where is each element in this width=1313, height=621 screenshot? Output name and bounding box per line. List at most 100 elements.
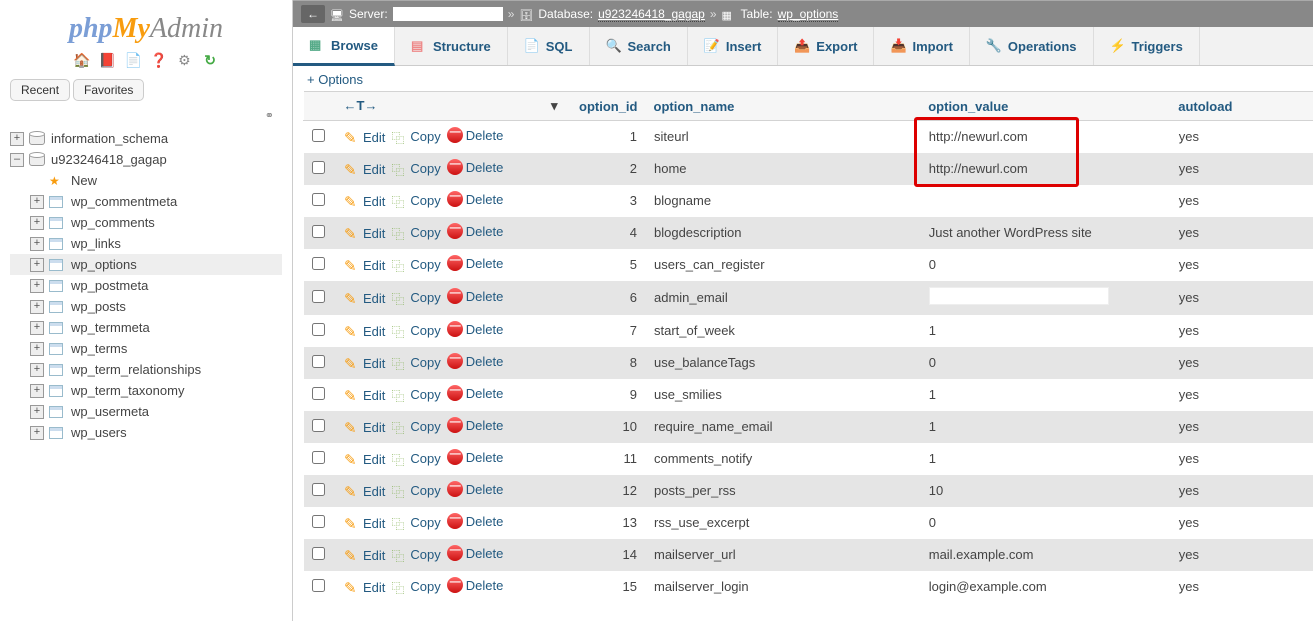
option-name[interactable]: start_of_week — [646, 315, 921, 347]
recent-tab[interactable]: Recent — [10, 79, 70, 101]
option-value[interactable]: 10 — [929, 483, 943, 498]
row-checkbox[interactable] — [312, 547, 325, 560]
row-checkbox[interactable] — [312, 355, 325, 368]
delete-link[interactable]: Delete — [447, 545, 504, 561]
tree-label[interactable]: u923246418_gagap — [48, 151, 170, 168]
copy-link[interactable]: Copy — [391, 418, 440, 434]
copy-link[interactable]: Copy — [391, 256, 440, 272]
tree-label[interactable]: wp_comments — [68, 214, 158, 231]
docs-icon[interactable] — [150, 51, 168, 69]
delete-link[interactable]: Delete — [447, 481, 504, 497]
option-value[interactable]: 1 — [929, 419, 936, 434]
option-value[interactable]: 0 — [929, 257, 936, 272]
tree-item-wp-postmeta[interactable]: +wp_postmeta — [10, 275, 282, 296]
option-name[interactable]: admin_email — [646, 281, 921, 315]
tab-sql[interactable]: SQL — [508, 27, 590, 65]
copy-link[interactable]: Copy — [391, 514, 440, 530]
tab-search[interactable]: Search — [590, 27, 688, 65]
header-option-value[interactable]: option_value — [920, 92, 1170, 121]
tree-toggle-icon[interactable]: + — [30, 195, 44, 209]
tree-item-wp-term-taxonomy[interactable]: +wp_term_taxonomy — [10, 380, 282, 401]
edit-link[interactable]: Edit — [344, 419, 385, 435]
sort-indicator-icon[interactable] — [545, 98, 558, 114]
copy-link[interactable]: Copy — [391, 160, 440, 176]
row-checkbox[interactable] — [312, 579, 325, 592]
tab-structure[interactable]: Structure — [395, 27, 508, 65]
option-name[interactable]: mailserver_login — [646, 571, 921, 603]
tree-toggle-icon[interactable]: + — [10, 132, 24, 146]
tab-browse[interactable]: Browse — [293, 27, 395, 66]
option-name[interactable]: use_balanceTags — [646, 347, 921, 379]
tree-item-wp-term-relationships[interactable]: +wp_term_relationships — [10, 359, 282, 380]
tab-triggers[interactable]: Triggers — [1094, 27, 1200, 65]
row-checkbox[interactable] — [312, 515, 325, 528]
option-value[interactable]: 1 — [929, 387, 936, 402]
tree-item-wp-terms[interactable]: +wp_terms — [10, 338, 282, 359]
option-value[interactable]: http://newurl.com — [929, 129, 1028, 144]
copy-link[interactable]: Copy — [391, 224, 440, 240]
tree-toggle-icon[interactable]: + — [30, 384, 44, 398]
delete-link[interactable]: Delete — [447, 191, 504, 207]
option-name[interactable]: blogname — [646, 185, 921, 217]
tab-insert[interactable]: Insert — [688, 27, 778, 65]
edit-link[interactable]: Edit — [344, 225, 385, 241]
sql-icon[interactable] — [124, 51, 142, 69]
tree-item-wp-posts[interactable]: +wp_posts — [10, 296, 282, 317]
nav-arrows[interactable]: ←T→ — [344, 98, 378, 113]
option-name[interactable]: posts_per_rss — [646, 475, 921, 507]
edit-link[interactable]: Edit — [344, 515, 385, 531]
option-value[interactable]: 0 — [929, 355, 936, 370]
tree-label[interactable]: wp_options — [68, 256, 140, 273]
row-checkbox[interactable] — [312, 483, 325, 496]
option-name[interactable]: home — [646, 153, 921, 185]
tree-item-wp-termmeta[interactable]: +wp_termmeta — [10, 317, 282, 338]
tree-label[interactable]: New — [68, 172, 100, 189]
edit-link[interactable]: Edit — [344, 483, 385, 499]
nav-back-button[interactable]: ← — [301, 5, 325, 23]
tree-label[interactable]: wp_postmeta — [68, 277, 151, 294]
tree-toggle-icon[interactable]: + — [30, 405, 44, 419]
option-name[interactable]: rss_use_excerpt — [646, 507, 921, 539]
edit-link[interactable]: Edit — [344, 257, 385, 273]
tree-label[interactable]: wp_links — [68, 235, 124, 252]
tree-label[interactable]: wp_usermeta — [68, 403, 152, 420]
delete-link[interactable]: Delete — [447, 417, 504, 433]
settings-icon[interactable] — [175, 51, 193, 69]
home-icon[interactable] — [73, 51, 91, 69]
header-option-name[interactable]: option_name — [646, 92, 921, 121]
edit-link[interactable]: Edit — [344, 323, 385, 339]
option-value[interactable]: login@example.com — [929, 579, 1047, 594]
row-checkbox[interactable] — [312, 161, 325, 174]
row-checkbox[interactable] — [312, 129, 325, 142]
row-checkbox[interactable] — [312, 290, 325, 303]
header-option-id[interactable]: option_id — [566, 92, 646, 121]
option-value[interactable]: mail.example.com — [929, 547, 1034, 562]
copy-link[interactable]: Copy — [391, 289, 440, 305]
reload-icon[interactable] — [201, 51, 219, 69]
copy-link[interactable]: Copy — [391, 546, 440, 562]
tree-label[interactable]: wp_termmeta — [68, 319, 153, 336]
options-link[interactable]: + Options — [303, 72, 363, 91]
row-checkbox[interactable] — [312, 323, 325, 336]
header-autoload[interactable]: autoload — [1170, 92, 1312, 121]
row-checkbox[interactable] — [312, 451, 325, 464]
option-name[interactable]: require_name_email — [646, 411, 921, 443]
tree-toggle-icon[interactable]: + — [30, 426, 44, 440]
edit-link[interactable]: Edit — [344, 579, 385, 595]
tree-toggle-icon[interactable]: + — [30, 237, 44, 251]
delete-link[interactable]: Delete — [447, 321, 504, 337]
option-name[interactable]: blogdescription — [646, 217, 921, 249]
row-checkbox[interactable] — [312, 225, 325, 238]
option-value[interactable]: http://newurl.com — [929, 161, 1028, 176]
tree-toggle-icon[interactable]: + — [30, 363, 44, 377]
tree-item-wp-links[interactable]: + wp_links — [10, 233, 282, 254]
edit-link[interactable]: Edit — [344, 290, 385, 306]
copy-link[interactable]: Copy — [391, 482, 440, 498]
tree-toggle-icon[interactable]: + — [30, 300, 44, 314]
delete-link[interactable]: Delete — [447, 223, 504, 239]
row-checkbox[interactable] — [312, 419, 325, 432]
tree-toggle-icon[interactable]: – — [10, 153, 24, 167]
option-name[interactable]: use_smilies — [646, 379, 921, 411]
row-checkbox[interactable] — [312, 193, 325, 206]
tree-item-wp-users[interactable]: +wp_users — [10, 422, 282, 443]
